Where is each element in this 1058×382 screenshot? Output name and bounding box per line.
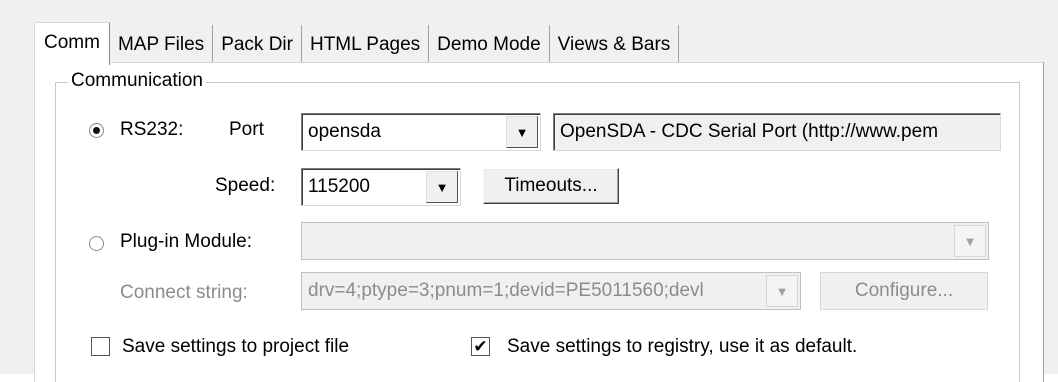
connect-string-label: Connect string: [120,282,248,303]
plugin-module-label: Plug-in Module: [120,231,253,252]
chevron-down-icon[interactable]: ▼ [426,171,458,203]
tab-html-pages[interactable]: HTML Pages [302,25,430,65]
timeouts-button[interactable]: Timeouts... [483,168,619,204]
save-project-label: Save settings to project file [122,336,350,357]
chevron-down-icon[interactable]: ▼ [766,275,798,307]
save-registry-checkbox[interactable]: ✔ [471,337,490,356]
port-description-field: OpenSDA - CDC Serial Port (http://www.pe… [553,113,1001,151]
port-value: opensda [308,121,381,142]
configure-button[interactable]: Configure... [820,272,988,310]
tab-views-bars[interactable]: Views & Bars [550,25,680,65]
options-dialog: Comm MAP Files Pack Dir HTML Pages Demo … [0,0,1058,382]
tab-strip: Comm MAP Files Pack Dir HTML Pages Demo … [34,22,680,65]
connect-string-select[interactable]: drv=4;ptype=3;pnum=1;devid=PE5011560;dev… [301,272,801,310]
chevron-down-icon[interactable]: ▼ [506,116,538,148]
tab-comm[interactable]: Comm [34,22,110,65]
save-registry-label: Save settings to registry, use it as def… [507,336,858,357]
speed-value: 115200 [308,176,370,197]
rs232-label: RS232: [120,119,184,140]
connect-string-value: drv=4;ptype=3;pnum=1;devid=PE5011560;dev… [308,280,704,301]
tab-demo-mode[interactable]: Demo Mode [429,25,550,65]
rs232-radio[interactable] [89,123,104,138]
check-icon: ✔ [473,337,488,356]
save-project-checkbox[interactable] [91,337,110,356]
plugin-module-select[interactable]: ▼ [301,222,989,260]
chevron-down-icon[interactable]: ▼ [954,225,986,257]
port-description: OpenSDA - CDC Serial Port (http://www.pe… [560,121,939,142]
port-label: Port [229,119,264,140]
tab-pack-dir[interactable]: Pack Dir [213,25,302,65]
speed-select[interactable]: 115200 ▼ [301,168,461,206]
speed-label: Speed: [215,175,276,196]
tab-map-files[interactable]: MAP Files [110,25,214,65]
port-select[interactable]: opensda ▼ [301,113,541,151]
plugin-module-radio[interactable] [89,236,104,251]
group-title: Communication [68,70,206,92]
